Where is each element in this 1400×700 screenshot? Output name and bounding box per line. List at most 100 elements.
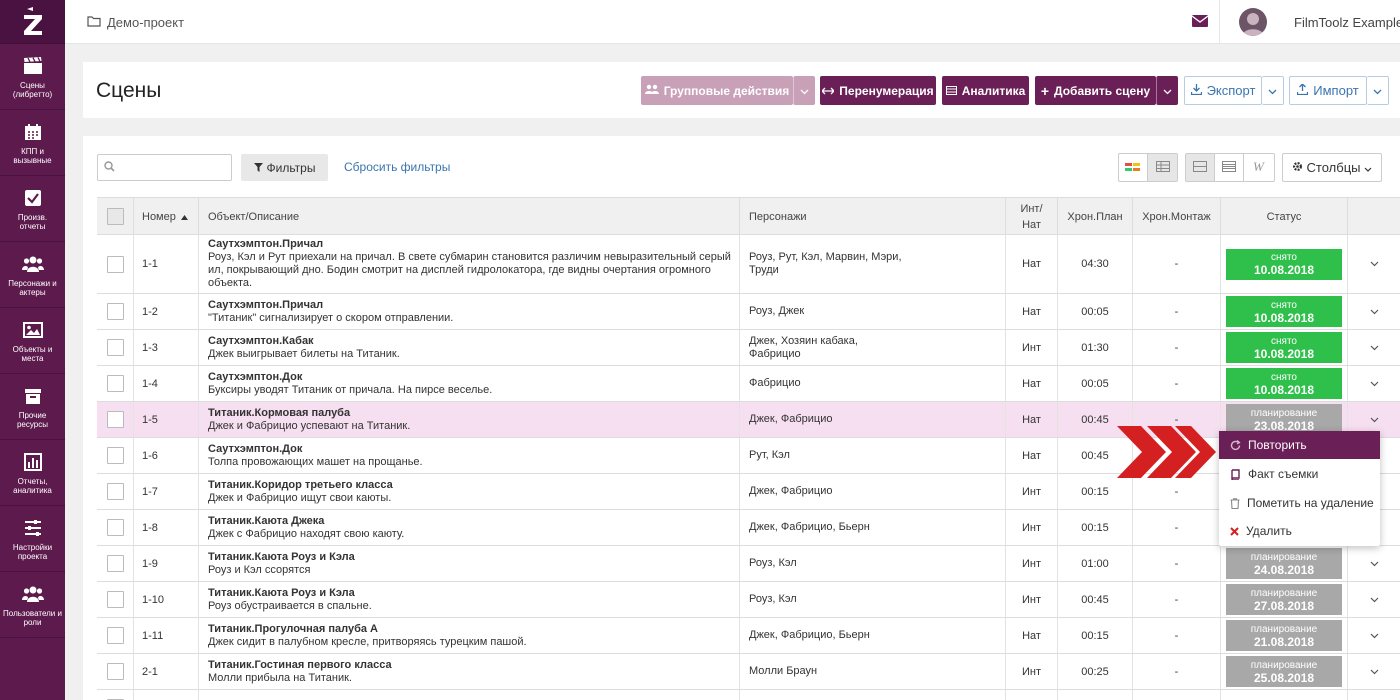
status-badge[interactable]: снято 10.08.2018	[1226, 332, 1342, 363]
object-header[interactable]: Объект/Описание	[199, 198, 740, 235]
dropdown-item-x[interactable]: Удалить	[1219, 517, 1380, 545]
table-row[interactable]: 1-4 Саутхэмптон.Док Буксиры уводят Титаник…	[97, 366, 1400, 402]
table-row[interactable]: 1-11 Титаник.Прогулочная палуба А Джек сид…	[97, 618, 1400, 654]
table-row[interactable]: Титаник.Нос корабля	[97, 690, 1400, 700]
sidebar-item-image[interactable]: Объекты и места	[0, 308, 65, 374]
chevron-down-icon[interactable]	[1370, 378, 1379, 390]
scene-description-cell[interactable]: Титаник.Гостиная первого класса Молли при…	[199, 654, 740, 689]
app-logo[interactable]	[0, 0, 65, 44]
scene-description-cell[interactable]: Титаник.Каюта Джека Джек с Фабрицио наход…	[199, 510, 740, 545]
analytics-button[interactable]: Аналитика	[942, 76, 1029, 105]
scene-description-cell[interactable]: Титаник.Кормовая палуба Джек и Фабрицио у…	[199, 402, 740, 437]
add-scene-button[interactable]: + Добавить сцену	[1035, 76, 1156, 105]
scene-description-cell[interactable]: Саутхэмптон.Причал "Титаник" сигнализируе…	[199, 294, 740, 329]
chron-edit-header[interactable]: Хрон.Монтаж	[1133, 198, 1221, 235]
row-checkbox[interactable]	[106, 375, 124, 392]
status-badge[interactable]: планирование 21.08.2018	[1226, 620, 1342, 651]
sidebar-item-users[interactable]: Пользователи и роли	[0, 572, 65, 638]
sidebar-item-sliders[interactable]: Настройки проекта	[0, 506, 65, 572]
export-caret[interactable]	[1262, 76, 1284, 105]
status-badge[interactable]: снято 10.08.2018	[1226, 296, 1342, 327]
row-checkbox[interactable]	[106, 555, 124, 572]
status-badge[interactable]: снято 10.08.2018	[1226, 368, 1342, 399]
filters-button[interactable]: Фильтры	[241, 154, 328, 181]
list-view-button[interactable]	[1215, 154, 1244, 181]
int-nat-header[interactable]: Инт/ Нат	[1006, 198, 1058, 235]
chevron-down-icon[interactable]	[1370, 558, 1379, 570]
sidebar-item-checkbox[interactable]: Произв. отчеты	[0, 176, 65, 242]
scene-description-cell[interactable]: Титаник.Нос корабля	[199, 690, 740, 700]
row-checkbox[interactable]	[106, 255, 124, 273]
characters-header[interactable]: Персонажи	[740, 198, 1006, 235]
chevron-down-icon[interactable]	[1370, 342, 1379, 354]
row-checkbox[interactable]	[106, 339, 124, 356]
add-scene-caret[interactable]	[1156, 76, 1178, 105]
scene-description-cell[interactable]: Саутхэмптон.Причал Роуз, Кэл и Рут приеха…	[199, 235, 740, 293]
export-button[interactable]: Экспорт	[1184, 76, 1262, 105]
scene-description-cell[interactable]: Титаник.Прогулочная палуба А Джек сидит в…	[199, 618, 740, 653]
chron-plan-header[interactable]: Хрон.План	[1058, 198, 1133, 235]
number-header[interactable]: Номер	[134, 198, 199, 235]
mail-button[interactable]	[1180, 0, 1220, 44]
table-row[interactable]: 1-3 Саутхэмптон.Кабак Джек выигрывает биле…	[97, 330, 1400, 366]
chevron-down-icon[interactable]	[1370, 414, 1379, 426]
scene-description-cell[interactable]: Саутхэмптон.Док Буксиры уводят Титаник от…	[199, 366, 740, 401]
columns-button[interactable]: Столбцы	[1282, 153, 1382, 182]
group-actions-button[interactable]: Групповые действия	[641, 76, 793, 105]
table-row[interactable]: 1-10 Титаник.Каюта Роуз и Кэла Роуз обустр…	[97, 582, 1400, 618]
text-view-button[interactable]: W	[1244, 154, 1273, 181]
scene-description-cell[interactable]: Титаник.Коридор третьего класса Джек и Фа…	[199, 474, 740, 509]
import-button[interactable]: Импорт	[1289, 76, 1367, 105]
user-name[interactable]: FilmToolz Example	[1294, 15, 1400, 30]
color-bars-view-button[interactable]	[1119, 154, 1148, 181]
scene-int-nat: Нат	[1006, 366, 1058, 401]
scene-chron-edit: -	[1133, 330, 1221, 365]
scene-description-cell[interactable]: Саутхэмптон.Кабак Джек выигрывает билеты …	[199, 330, 740, 365]
group-actions-caret[interactable]	[793, 76, 815, 105]
status-header[interactable]: Статус	[1221, 198, 1348, 235]
sidebar-item-chart[interactable]: Отчеты, аналитика	[0, 440, 65, 506]
scene-description-cell[interactable]: Титаник.Каюта Роуз и Кэла Роуз обустраива…	[199, 582, 740, 617]
row-checkbox[interactable]	[106, 483, 124, 500]
select-all-checkbox[interactable]	[106, 208, 124, 225]
status-badge[interactable]: планирование 27.08.2018	[1226, 584, 1342, 615]
chevron-down-icon[interactable]	[1370, 306, 1379, 318]
row-checkbox[interactable]	[106, 627, 124, 644]
avatar[interactable]	[1239, 8, 1267, 36]
import-caret[interactable]	[1367, 76, 1389, 105]
row-checkbox[interactable]	[106, 663, 124, 680]
chevron-down-icon[interactable]	[1370, 258, 1379, 270]
chevron-down-icon[interactable]	[1370, 630, 1379, 642]
status-badge[interactable]: планирование 24.08.2018	[1226, 548, 1342, 579]
scene-description-cell[interactable]: Титаник.Каюта Роуз и Кэла Роуз и Кэл ссор…	[199, 546, 740, 581]
dropdown-item-refresh[interactable]: Повторить	[1219, 431, 1380, 459]
row-checkbox[interactable]	[106, 519, 124, 536]
sidebar-item-clapperboard[interactable]: Сцены (либретто)	[0, 44, 65, 110]
search-input[interactable]	[97, 154, 232, 181]
sidebar-item-people[interactable]: Персонажи и актеры	[0, 242, 65, 308]
dropdown-item-trash[interactable]: Пометить на удаление	[1219, 489, 1380, 517]
chevron-down-icon[interactable]	[1370, 666, 1379, 678]
project-breadcrumb[interactable]: Демо-проект	[87, 15, 184, 30]
row-checkbox[interactable]	[106, 591, 124, 608]
scene-description-cell[interactable]: Саутхэмптон.Док Толпа провожающих машет н…	[199, 438, 740, 473]
compact-view-button[interactable]	[1186, 154, 1215, 181]
table-row[interactable]: 1-1 Саутхэмптон.Причал Роуз, Кэл и Рут при…	[97, 235, 1400, 294]
table-row[interactable]: 2-1 Титаник.Гостиная первого класса Молли …	[97, 654, 1400, 690]
status-badge[interactable]: снято 10.08.2018	[1226, 248, 1342, 280]
sidebar-item-calendar[interactable]: КПП и вызывные	[0, 110, 65, 176]
dropdown-item-book[interactable]: Факт съемки	[1219, 460, 1380, 488]
row-checkbox[interactable]	[106, 447, 124, 464]
grid-view-button[interactable]	[1148, 154, 1177, 181]
table-row[interactable]: 1-8 Титаник.Каюта Джека Джек с Фабрицио на…	[97, 510, 1400, 546]
chevron-down-icon[interactable]	[1370, 594, 1379, 606]
reset-filters-link[interactable]: Сбросить фильтры	[344, 160, 450, 174]
row-checkbox[interactable]	[106, 411, 124, 428]
renumber-button[interactable]: Перенумерация	[820, 76, 936, 105]
sidebar-item-box[interactable]: Прочие ресурсы	[0, 374, 65, 440]
row-checkbox[interactable]	[106, 303, 124, 320]
table-row[interactable]: 1-9 Титаник.Каюта Роуз и Кэла Роуз и Кэл с…	[97, 546, 1400, 582]
status-badge[interactable]: планирование 25.08.2018	[1226, 656, 1342, 687]
scene-status-cell	[1221, 690, 1348, 700]
table-row[interactable]: 1-2 Саутхэмптон.Причал "Титаник" сигнализи…	[97, 294, 1400, 330]
